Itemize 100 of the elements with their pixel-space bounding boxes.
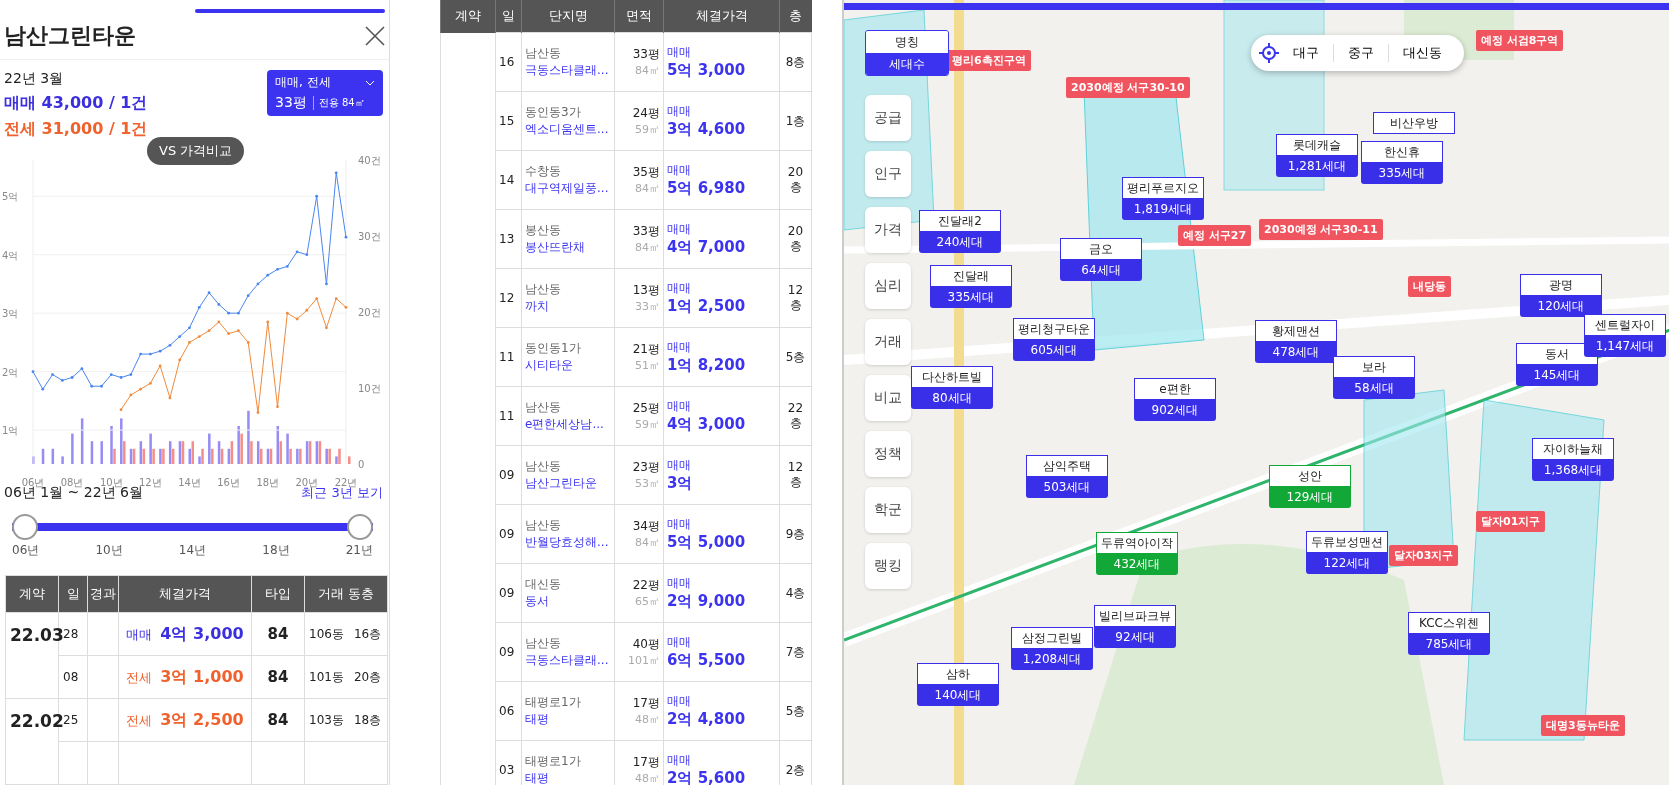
axis-label: 30건 bbox=[358, 231, 381, 243]
axis-label: 10건 bbox=[358, 383, 381, 395]
deal-type: 매매 bbox=[667, 162, 692, 179]
zone-label: 예정 서구27 bbox=[1178, 225, 1252, 246]
area-label: 84㎡ bbox=[634, 535, 660, 550]
column-header: 체결가격 bbox=[118, 575, 252, 613]
column-header: 체결가격 bbox=[663, 0, 780, 33]
deal-price: 5억 3,000 bbox=[667, 61, 747, 80]
pyeong-label: 35평 bbox=[631, 164, 660, 181]
pyeong-label: 33평 bbox=[631, 223, 660, 240]
deal-type: 매매 bbox=[126, 626, 153, 642]
dong-label: 수창동 bbox=[525, 163, 562, 180]
deal-price: 3억 bbox=[667, 474, 694, 493]
pyeong-label: 40평 bbox=[631, 636, 660, 653]
axis-label: 3억 bbox=[2, 308, 19, 320]
column-header: 계약 bbox=[5, 575, 59, 613]
axis-label: 1억 bbox=[2, 425, 19, 437]
deal-price: 3억 4,600 bbox=[667, 120, 747, 139]
day-cell: 11 bbox=[495, 327, 522, 387]
day-cell: 08 bbox=[58, 655, 88, 699]
floor-label: 20층 bbox=[353, 669, 382, 684]
zone-label: 2030예정 서구30-10 bbox=[1066, 77, 1190, 98]
axis-label: 18년 bbox=[256, 477, 280, 489]
column-header: 경과 bbox=[87, 575, 119, 613]
day-cell: 09 bbox=[495, 445, 522, 505]
dong-label: 태평로1가 bbox=[525, 694, 582, 711]
deal-type: 매매 bbox=[667, 516, 692, 533]
column-header: 거래 동층 bbox=[304, 575, 388, 613]
floor-cell: 22층 bbox=[779, 386, 812, 446]
axis-label: 20건 bbox=[358, 307, 381, 319]
deal-price: 4억 3,000 bbox=[160, 623, 244, 643]
pyeong-label: 25평 bbox=[631, 400, 660, 417]
deal-price: 5억 6,980 bbox=[667, 179, 747, 198]
deal-type: 매매 bbox=[667, 398, 692, 415]
dong-label: 남산동 bbox=[525, 281, 562, 298]
column-header: 층 bbox=[779, 0, 812, 33]
area-label: 33㎡ bbox=[634, 299, 660, 314]
price-summary: 전세 31,000 / 1건 bbox=[4, 119, 148, 141]
deal-price: 2억 4,800 bbox=[667, 710, 747, 729]
deal-price: 2억 5,600 bbox=[667, 769, 747, 785]
pyeong-label: 13평 bbox=[631, 282, 660, 299]
axis-label: 5억 bbox=[2, 191, 19, 203]
axis-label: 4억 bbox=[2, 249, 19, 261]
deal-price: 4억 3,000 bbox=[667, 415, 747, 434]
dong-label: 남산동 bbox=[525, 45, 562, 62]
axis-label: 08년 bbox=[60, 477, 84, 489]
building-label: 101동 bbox=[309, 669, 344, 684]
month-label: 22년 3월 bbox=[4, 70, 65, 89]
column-header: 면적 bbox=[614, 0, 664, 33]
dong-label: 태평로1가 bbox=[525, 753, 582, 770]
deal-type: 매매 bbox=[667, 752, 692, 769]
deal-type: 매매 bbox=[667, 44, 692, 61]
floor-cell: 7층 bbox=[779, 622, 812, 682]
area-label: 51㎡ bbox=[634, 358, 660, 373]
dong-label: 남산동 bbox=[525, 458, 562, 475]
size-cell: 84 bbox=[251, 612, 305, 656]
price-summary: 매매 43,000 / 1건 bbox=[4, 93, 148, 115]
zone-label: 내당동 bbox=[1408, 276, 1451, 297]
axis-label: 0 bbox=[358, 459, 365, 471]
deal-price: 5억 5,000 bbox=[667, 533, 747, 552]
floor-label: 16층 bbox=[353, 626, 382, 641]
floor-cell: 5층 bbox=[779, 681, 812, 741]
floor-cell: 20층 bbox=[779, 150, 812, 210]
pyeong-label: 17평 bbox=[631, 754, 660, 771]
column-header: 계약 bbox=[440, 0, 496, 33]
deal-price: 2억 9,000 bbox=[667, 592, 747, 611]
axis-label: 40건 bbox=[358, 155, 381, 167]
slider-tick-label: 21년 bbox=[345, 542, 373, 559]
deal-price: 1억 2,500 bbox=[667, 297, 747, 316]
deal-type: 매매 bbox=[667, 634, 692, 651]
deal-type: 전세 bbox=[126, 712, 153, 728]
area-label: 65㎡ bbox=[634, 594, 660, 609]
area-label: 59㎡ bbox=[634, 417, 660, 432]
slider-tick-label: 14년 bbox=[178, 542, 207, 559]
floor-cell: 12층 bbox=[779, 268, 812, 328]
dong-label: 남산동 bbox=[525, 399, 562, 416]
deal-type: 매매 bbox=[667, 693, 692, 710]
area-label: 84㎡ bbox=[634, 63, 660, 78]
slider-tick-label: 18년 bbox=[262, 542, 290, 559]
deal-type: 매매 bbox=[667, 339, 692, 356]
floor-cell: 5층 bbox=[779, 327, 812, 387]
pyeong-label: 33평 bbox=[631, 46, 660, 63]
size-cell: 84 bbox=[251, 655, 305, 699]
day-cell: 15 bbox=[495, 91, 522, 151]
axis-label: 14년 bbox=[178, 477, 201, 489]
day-cell: 09 bbox=[495, 504, 522, 564]
deal-price: 6억 5,500 bbox=[667, 651, 747, 670]
axis-label: 12년 bbox=[139, 477, 162, 489]
day-cell: 09 bbox=[495, 622, 522, 682]
dong-label: 남산동 bbox=[525, 635, 562, 652]
day-cell: 11 bbox=[495, 386, 522, 446]
deal-type: 매매 bbox=[667, 103, 692, 120]
column-header: 일 bbox=[58, 575, 88, 613]
column-header: 일 bbox=[495, 0, 522, 33]
dong-label: 대신동 bbox=[525, 576, 562, 593]
day-cell: 16 bbox=[495, 32, 522, 92]
axis-label: 16년 bbox=[217, 477, 240, 489]
pyeong-label: 34평 bbox=[631, 518, 660, 535]
area-label: 84㎡ bbox=[634, 240, 660, 255]
building-label: 106동 bbox=[309, 626, 344, 641]
